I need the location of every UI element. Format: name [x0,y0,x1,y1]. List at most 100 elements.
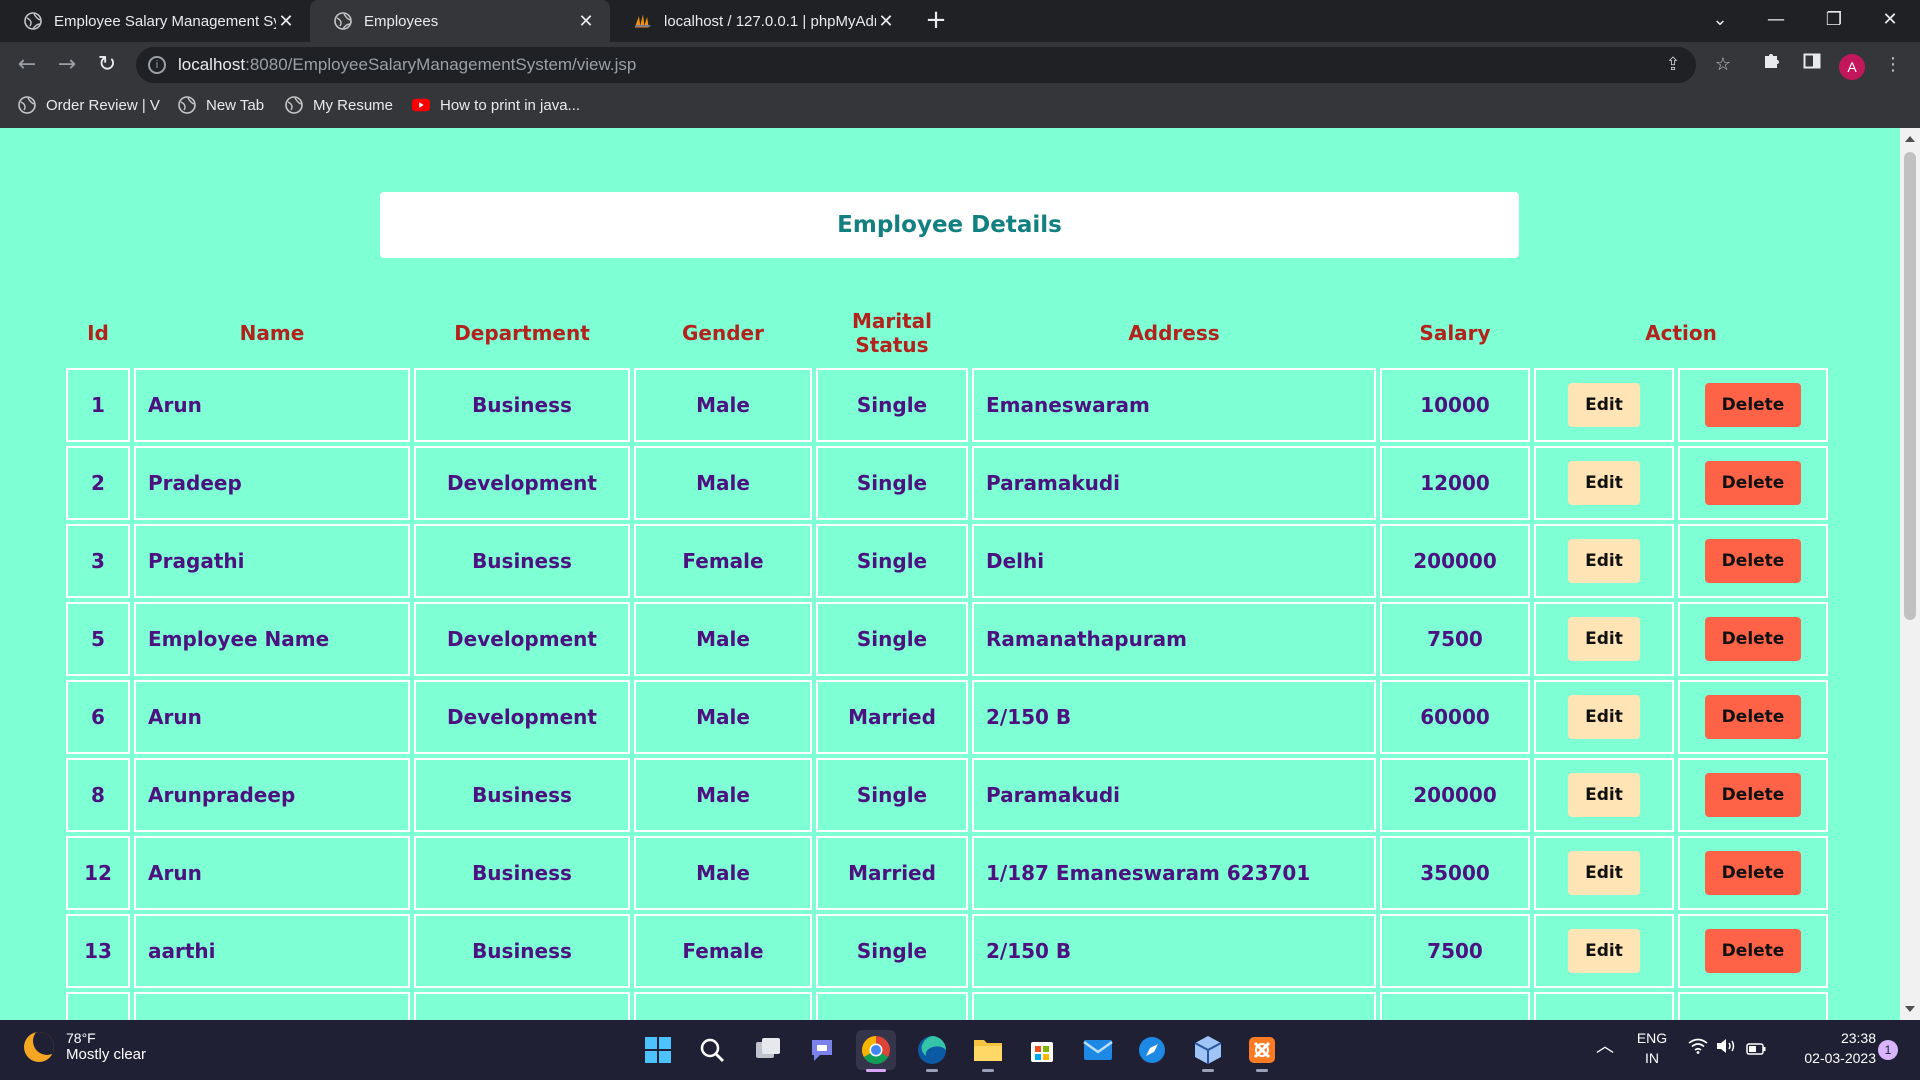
edit-button[interactable]: Edit [1568,695,1640,739]
share-icon[interactable]: ⇪ [1658,50,1688,80]
site-info-icon[interactable]: i [148,56,166,74]
cell-delete-action: Delete [1678,602,1828,676]
chrome-icon[interactable] [856,1030,896,1072]
cell-salary: 200000 [1380,524,1530,598]
edge-icon[interactable] [912,1030,952,1072]
globe-icon [334,12,352,30]
cell-salary: 35000 [1380,836,1530,910]
task-view-icon[interactable] [748,1030,788,1070]
virtualbox-icon[interactable] [1188,1030,1228,1072]
browser-toolbar: ← → ↻ i localhost:8080/EmployeeSalaryMan… [0,42,1920,88]
url-text[interactable]: localhost:8080/EmployeeSalaryManagementS… [178,55,636,75]
tab-search-icon[interactable]: ⌄ [1692,0,1748,42]
edit-button[interactable]: Edit [1568,773,1640,817]
cell-gender [634,992,812,1020]
bookmark-label: How to print in java... [440,96,581,114]
forward-arrow-icon[interactable]: → [52,50,82,80]
cell-department [414,992,630,1020]
delete-button[interactable]: Delete [1705,617,1801,661]
bookmark-new-tab[interactable]: New Tab [178,96,264,114]
safari-icon[interactable] [1132,1030,1172,1070]
scroll-up-arrow-icon[interactable] [1905,136,1915,142]
delete-button[interactable]: Delete [1705,539,1801,583]
weather-widget[interactable]: 78°F Mostly clear [24,1030,146,1063]
address-bar[interactable]: i localhost:8080/EmployeeSalaryManagemen… [136,47,1696,83]
column-header-salary: Salary [1419,321,1491,345]
column-header-gender: Gender [682,321,764,345]
cell-delete-action [1678,992,1828,1020]
cell-id: 2 [66,446,130,520]
phpmyadmin-icon [634,12,652,30]
browser-tab-title: localhost / 127.0.0.1 | phpMyAdm [664,12,876,30]
extensions-puzzle-icon[interactable] [1757,50,1787,80]
side-panel-icon[interactable] [1797,50,1827,80]
windows-start-icon[interactable] [638,1030,678,1070]
delete-button[interactable]: Delete [1705,929,1801,973]
cell-salary: 10000 [1380,368,1530,442]
cell-address: Emaneswaram [972,368,1376,442]
show-hidden-icons[interactable]: ︿ [1596,1036,1614,1056]
cell-delete-action: Delete [1678,758,1828,832]
delete-button[interactable]: Delete [1705,773,1801,817]
reload-icon[interactable]: ↻ [92,50,122,80]
cell-marital-status: Single [816,446,968,520]
language-indicator[interactable]: ENG IN [1634,1028,1670,1068]
table-row: 13 aarthi Business Female Single 2/150 B 7500 E… [66,914,1828,988]
cell-id: 3 [66,524,130,598]
browser-tab-employee-salary[interactable]: Employee Salary Management Sy ✕ [0,0,310,42]
wifi-icon[interactable] [1688,1038,1708,1059]
xampp-icon[interactable] [1242,1030,1282,1072]
delete-button[interactable]: Delete [1705,851,1801,895]
table-row: 8 Arunpradeep Business Male Single Paramakudi… [66,758,1828,832]
url-host: localhost [178,55,246,74]
edit-button[interactable]: Edit [1568,617,1640,661]
cell-department: Development [414,602,630,676]
cell-edit-action: Edit [1534,680,1674,754]
cell-address: Delhi [972,524,1376,598]
scroll-down-arrow-icon[interactable] [1905,1006,1915,1012]
minimize-icon[interactable]: — [1748,0,1804,42]
notification-badge[interactable]: 1 [1878,1040,1898,1060]
delete-button[interactable]: Delete [1705,461,1801,505]
battery-icon[interactable] [1746,1040,1766,1060]
bookmark-star-icon[interactable]: ☆ [1708,50,1738,80]
volume-icon[interactable] [1716,1038,1736,1059]
profile-avatar[interactable]: A [1839,54,1865,80]
edit-button[interactable]: Edit [1568,851,1640,895]
menu-kebab-icon[interactable]: ⋮ [1878,50,1908,80]
close-tab-icon[interactable]: ✕ [276,11,296,32]
delete-button[interactable]: Delete [1705,383,1801,427]
cell-department: Business [414,836,630,910]
table-row: 3 Pragathi Business Female Single Delhi 200000… [66,524,1828,598]
microsoft-store-icon[interactable] [1022,1030,1062,1070]
edit-button[interactable]: Edit [1568,383,1640,427]
file-explorer-icon[interactable] [968,1030,1008,1072]
close-window-icon[interactable]: ✕ [1862,0,1918,42]
mail-icon[interactable] [1078,1030,1118,1070]
close-tab-icon[interactable]: ✕ [576,11,596,32]
scrollbar-thumb[interactable] [1904,152,1916,620]
bookmark-my-resume[interactable]: My Resume [285,96,393,114]
table-row: 2 Pradeep Development Male Single Paramakudi 1… [66,446,1828,520]
browser-tab-employees[interactable]: Employees ✕ [310,0,610,42]
edit-button[interactable]: Edit [1568,929,1640,973]
bookmark-order-review[interactable]: Order Review | V [18,96,160,114]
teams-chat-icon[interactable] [802,1030,842,1070]
search-icon[interactable] [692,1030,732,1070]
cell-delete-action: Delete [1678,524,1828,598]
new-tab-button[interactable]: + [922,6,950,36]
cell-gender: Male [634,368,812,442]
cell-address: 2/150 B, Gurunathan Kovil Street [972,992,1376,1020]
back-arrow-icon[interactable]: ← [12,50,42,80]
page-scrollbar[interactable] [1900,128,1920,1020]
browser-tab-phpmyadmin[interactable]: localhost / 127.0.0.1 | phpMyAdm ✕ [610,0,910,42]
restore-icon[interactable]: ❐ [1806,0,1862,42]
clock[interactable]: 23:38 02-03-2023 [1780,1028,1876,1068]
bookmark-label: Order Review | V [46,96,160,114]
delete-button[interactable]: Delete [1705,695,1801,739]
url-path: :8080/EmployeeSalaryManagementSystem/vie… [245,55,637,74]
bookmark-how-to-print[interactable]: How to print in java... [412,96,580,114]
close-tab-icon[interactable]: ✕ [876,11,896,32]
edit-button[interactable]: Edit [1568,539,1640,583]
edit-button[interactable]: Edit [1568,461,1640,505]
